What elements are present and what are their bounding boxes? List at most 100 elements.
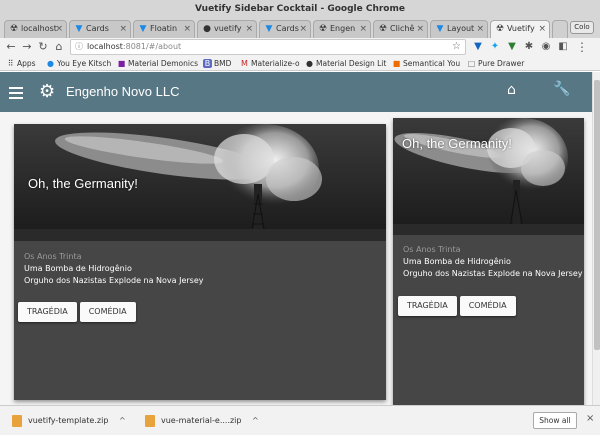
extension-icon[interactable]: ◧ [557, 41, 569, 53]
new-tab-button[interactable] [552, 20, 568, 38]
zip-file-icon [145, 415, 155, 427]
tab-vuetify-active[interactable]: ☢ Vuetify × [490, 20, 550, 38]
close-icon[interactable]: × [416, 21, 424, 37]
bookmark-label: You Eye Kitsch [57, 59, 112, 68]
download-item[interactable]: vuetify-template.zip ^ [12, 413, 126, 429]
bookmark-label: Material Design Lit [316, 59, 387, 68]
download-filename: vue-material-e....zip [161, 416, 242, 425]
zip-file-icon [12, 415, 22, 427]
scrollbar-thumb[interactable] [594, 80, 600, 350]
address-bar[interactable]: ⓘ localhost:8081/#/about ☆ [70, 39, 466, 55]
twitter-extension-icon[interactable]: ✦ [489, 41, 501, 53]
tab-cards-2[interactable]: ▼ Cards × [259, 20, 311, 38]
radiation-icon: ☢ [495, 24, 505, 34]
chevron-up-icon[interactable]: ^ [252, 416, 259, 425]
card-image: Oh, the Germanity! [14, 124, 386, 241]
tragedia-button[interactable]: TRAGÉDIA [398, 296, 457, 316]
info-icon[interactable]: ⓘ [75, 40, 83, 54]
back-icon[interactable]: ← [4, 39, 18, 55]
close-icon[interactable]: × [55, 21, 63, 37]
close-icon[interactable]: × [245, 21, 253, 37]
tab-label: localhost [21, 24, 57, 33]
bookmark-label: Apps [17, 59, 36, 68]
bookmark-label: BMD [214, 59, 232, 68]
bookmark-label: Materialize-o [251, 59, 300, 68]
tab-label: Floatin [150, 24, 178, 33]
chevron-up-icon[interactable]: ^ [119, 416, 126, 425]
tab-cliche[interactable]: ☢ Clichê × [373, 20, 428, 38]
forward-icon[interactable]: → [20, 39, 34, 55]
vuetify-icon: ▼ [265, 24, 273, 34]
comedia-button[interactable]: COMÉDIA [79, 302, 136, 322]
card-text: Os Anos Trinta Uma Bomba de Hidrogênio O… [24, 251, 204, 287]
site-icon: B [203, 59, 212, 68]
bookmark-semantical-you[interactable]: ■ Semantical You [392, 57, 460, 70]
close-icon[interactable]: × [119, 21, 127, 37]
comedia-button[interactable]: COMÉDIA [459, 296, 516, 316]
tab-localhost[interactable]: ☢ localhost × [4, 20, 67, 38]
card-line: Orguho dos Nazistas Explode na Nova Jers… [403, 269, 583, 278]
close-icon[interactable]: × [359, 21, 367, 37]
close-icon[interactable]: × [299, 21, 307, 37]
bookmark-label: Semantical You [403, 59, 461, 68]
tab-label: Layout [447, 24, 475, 33]
tab-label: Cards [276, 24, 299, 33]
vertical-scrollbar[interactable] [592, 72, 600, 405]
tab-floating[interactable]: ▼ Floatin × [133, 20, 195, 38]
vuetify-icon: ▼ [436, 24, 444, 34]
extension-icon[interactable]: ◉ [540, 41, 552, 53]
card-headline: Oh, the Germanity! [28, 176, 138, 191]
bookmarks-bar: ⠿ Apps ● You Eye Kitsch ■ Material Demon… [0, 56, 600, 71]
url-host: localhost [87, 42, 123, 51]
bookmark-pure-drawer[interactable]: □ Pure Drawer [467, 57, 525, 70]
menu-kebab-icon[interactable]: ⋮ [576, 41, 588, 53]
url-path: :8081/#/about [122, 42, 182, 51]
close-icon[interactable]: × [183, 21, 191, 37]
card-headline: Oh, the Germanity! [402, 136, 512, 151]
tab-label: Cards [86, 24, 109, 33]
home-icon[interactable]: ⌂ [52, 39, 66, 55]
bookmark-label: Pure Drawer [478, 59, 525, 68]
card-image: Oh, the Germanity! [393, 118, 584, 235]
close-icon[interactable]: × [586, 413, 594, 424]
tragedia-button[interactable]: TRAGÉDIA [18, 302, 77, 322]
gears-logo-icon: ⚙ [39, 81, 56, 102]
close-icon[interactable]: × [476, 21, 484, 37]
site-icon: ■ [392, 59, 401, 68]
close-icon[interactable]: × [538, 21, 546, 37]
tab-label: Engen [330, 24, 356, 33]
tab-vuetify-github[interactable]: ● vuetify × [197, 20, 257, 38]
vuetify-extension-icon[interactable]: ▼ [472, 41, 484, 53]
apps-grid-icon: ⠿ [7, 59, 14, 68]
bookmark-apps[interactable]: ⠿ Apps [6, 57, 36, 70]
app-toolbar: ⚙ Engenho Novo LLC ⌂ 🔧 [0, 72, 592, 112]
wrench-icon[interactable]: 🔧 [553, 81, 570, 97]
tab-strip: ☢ localhost × ▼ Cards × ▼ Floatin × ● vu… [0, 18, 600, 38]
card-line: Uma Bomba de Hidrogênio [403, 257, 511, 266]
bookmark-you-eye-kitsch[interactable]: ● You Eye Kitsch [46, 57, 111, 70]
bookmark-bmd[interactable]: B BMD [203, 57, 231, 70]
bookmark-materialize[interactable]: M Materialize-o [240, 57, 300, 70]
card-actions: TRAGÉDIA COMÉDIA [18, 302, 139, 322]
github-icon: ● [203, 24, 211, 34]
download-filename: vuetify-template.zip [28, 416, 109, 425]
tab-cards[interactable]: ▼ Cards × [69, 20, 131, 38]
user-profile-chip[interactable]: Colo [570, 21, 594, 34]
show-all-button[interactable]: Show all [533, 412, 577, 429]
download-item[interactable]: vue-material-e....zip ^ [145, 413, 259, 429]
star-icon[interactable]: ☆ [452, 40, 461, 54]
radiation-icon: ☢ [318, 24, 328, 34]
toolbar: ← → ↻ ⌂ ⓘ localhost:8081/#/about ☆ ▼ ✦ ▼… [0, 38, 600, 56]
tab-engenho[interactable]: ☢ Engen × [313, 20, 371, 38]
extension-icon[interactable]: ✱ [523, 41, 535, 53]
bookmark-material-demonics[interactable]: ■ Material Demonics [117, 57, 198, 70]
download-shelf: vuetify-template.zip ^ vue-material-e...… [0, 405, 600, 435]
home-icon[interactable]: ⌂ [507, 82, 516, 98]
page-icon: □ [467, 59, 476, 68]
reload-icon[interactable]: ↻ [36, 39, 50, 55]
hamburger-menu-icon[interactable] [9, 84, 23, 100]
vue-extension-icon[interactable]: ▼ [506, 41, 518, 53]
bookmark-material-design-lite[interactable]: ● Material Design Lit [305, 57, 386, 70]
tab-layout[interactable]: ▼ Layout × [430, 20, 488, 38]
card: Oh, the Germanity! Os Anos Trinta Uma Bo… [14, 124, 386, 400]
